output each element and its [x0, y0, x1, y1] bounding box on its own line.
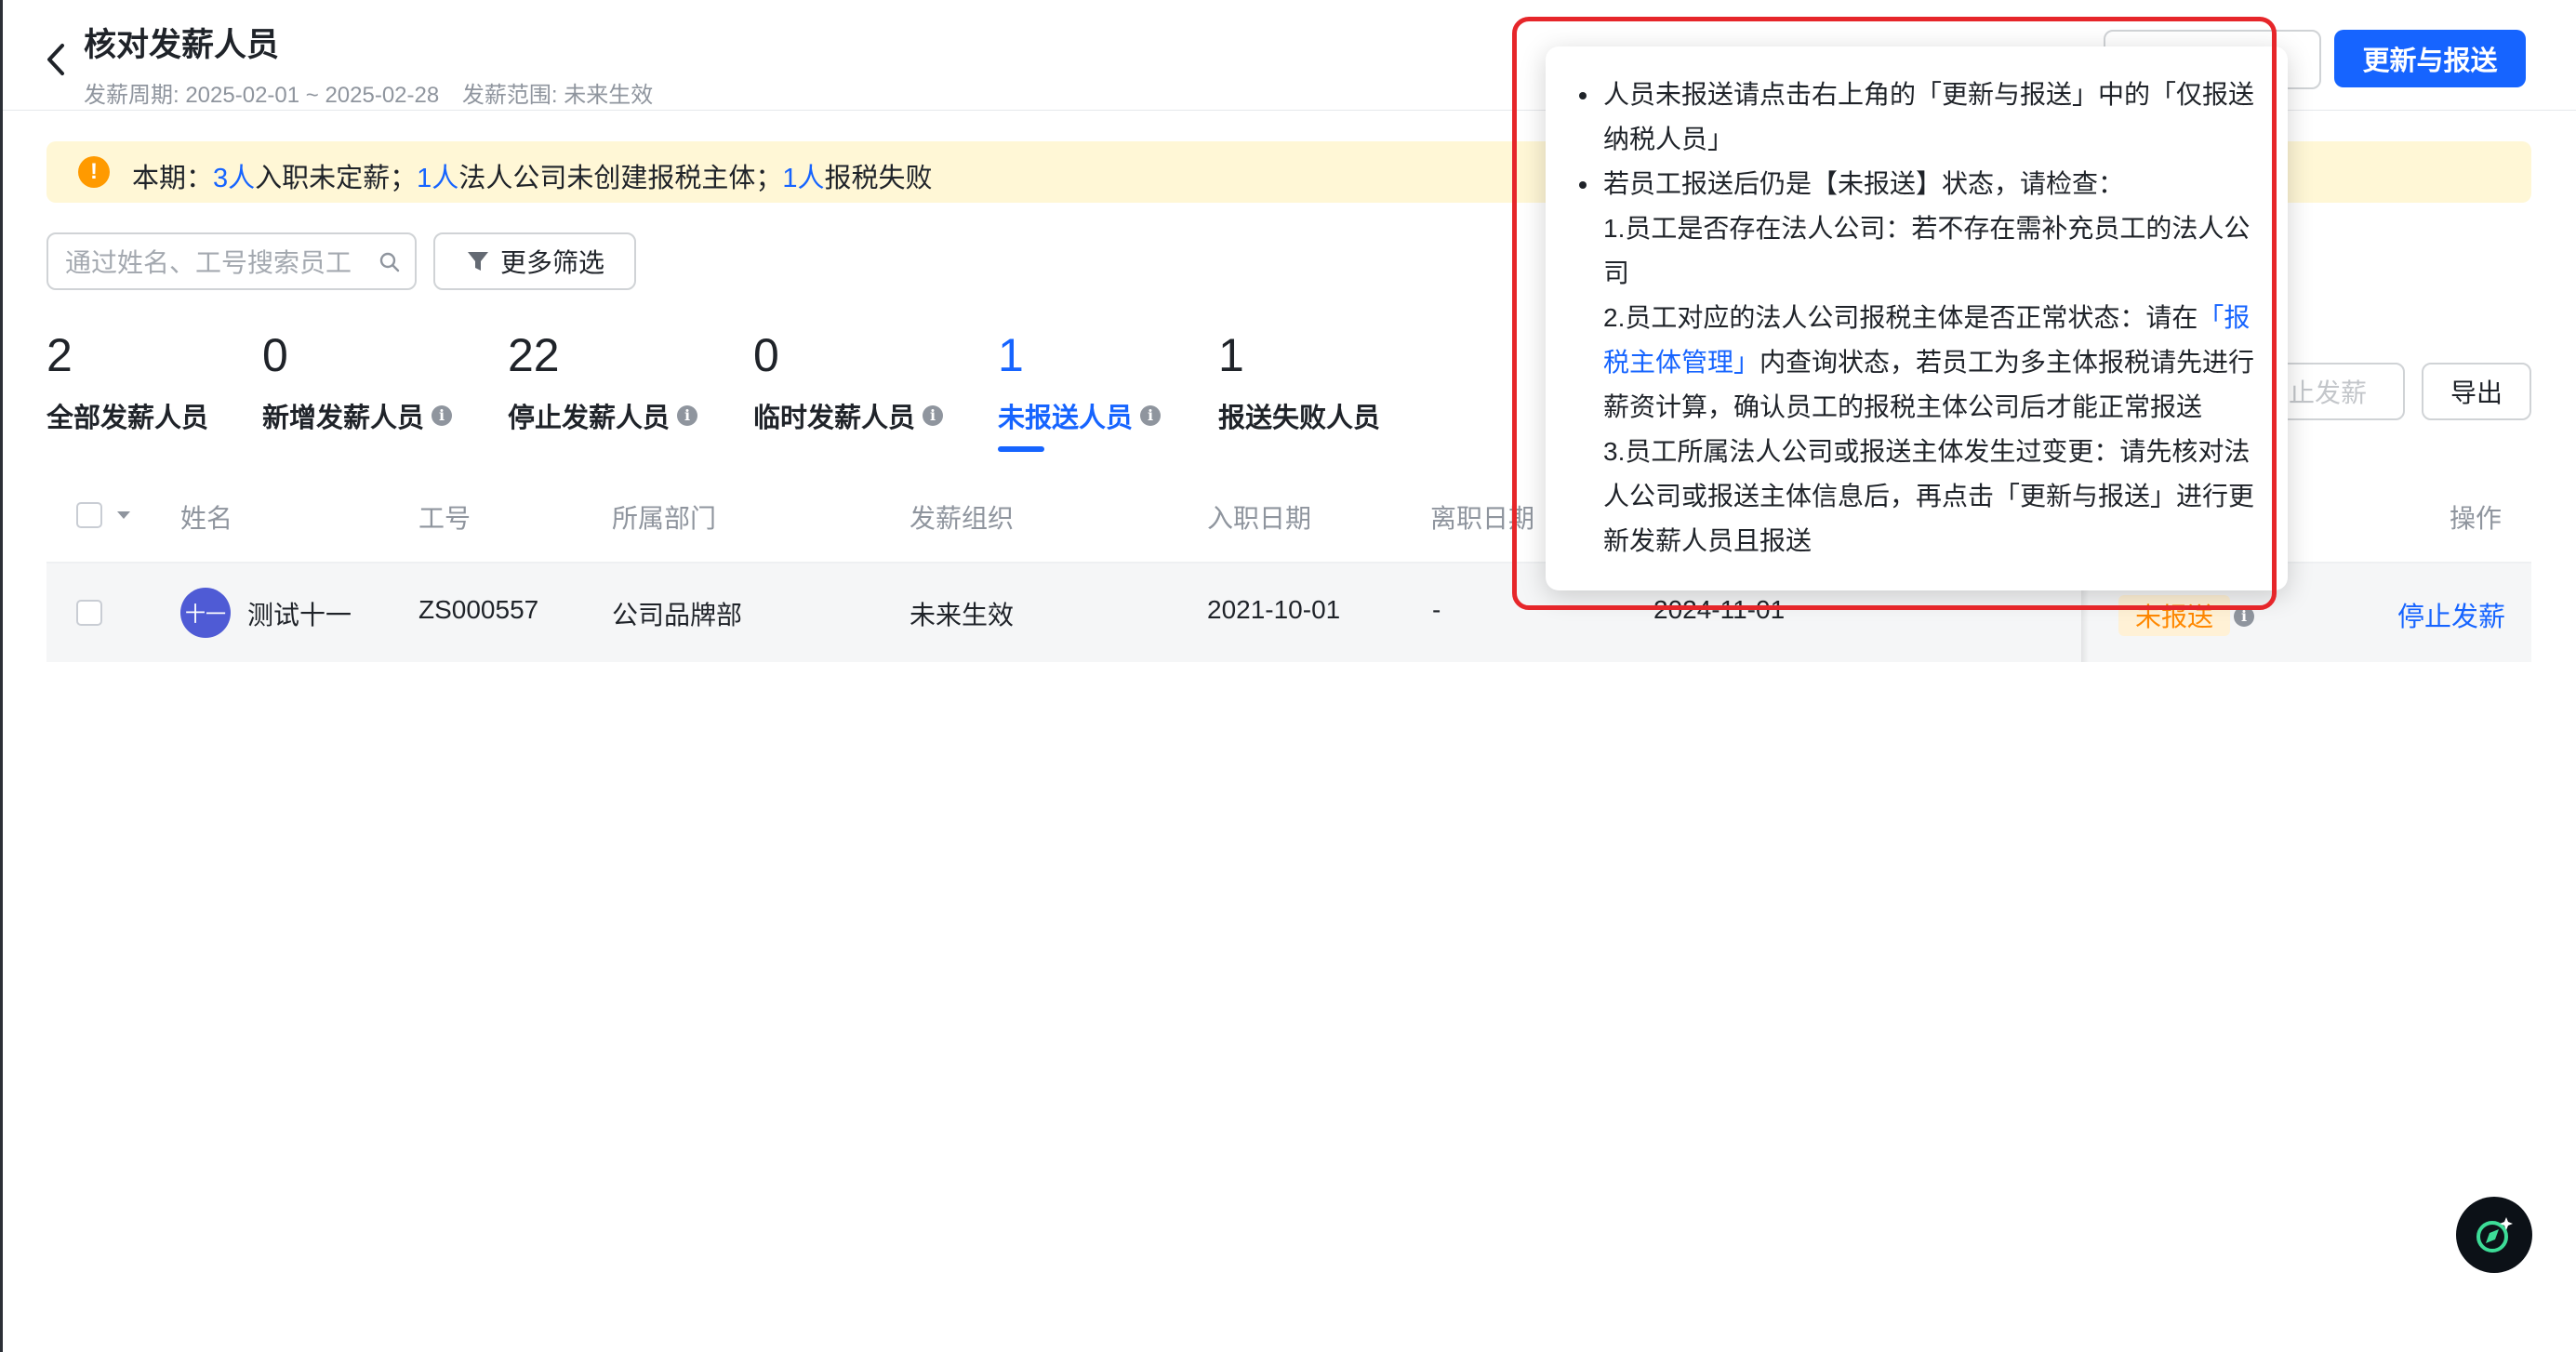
export-button[interactable]: 导出: [2422, 363, 2531, 420]
highlight-annotation-box: [1512, 17, 2277, 610]
notice-link-unsalaried[interactable]: 3人: [213, 164, 255, 193]
stat-number: 0: [753, 329, 779, 381]
stat-number: 1: [1218, 329, 1244, 381]
stat-label: 全部发薪人员: [46, 404, 209, 433]
pay-period: 发薪周期: 2025-02-01 ~ 2025-02-28: [84, 83, 440, 108]
stat-number: 2: [46, 329, 73, 381]
search-icon[interactable]: [379, 252, 400, 272]
info-icon[interactable]: i: [432, 405, 453, 426]
col-header-actions: 操作: [2450, 504, 2503, 533]
avatar: 十一: [180, 588, 231, 638]
info-icon[interactable]: i: [677, 405, 698, 426]
tab-new-payees[interactable]: 0 新增发薪人员 i: [262, 327, 453, 435]
warning-icon: !: [78, 156, 110, 188]
pay-scope: 发薪范围: 未来生效: [461, 83, 654, 108]
stat-label: 新增发薪人员: [262, 404, 425, 433]
stat-number: 22: [508, 329, 560, 381]
tab-unsubmitted-payees[interactable]: 1 未报送人员 i: [998, 327, 1162, 435]
col-header-department: 所属部门: [612, 504, 717, 533]
caret-down-icon[interactable]: [115, 510, 132, 521]
col-header-hire-date: 入职日期: [1207, 504, 1312, 533]
cell-leave-date: -: [1432, 595, 1441, 624]
ai-assistant-button[interactable]: [2456, 1197, 2532, 1273]
stat-label: 临时发薪人员: [753, 404, 916, 433]
info-icon[interactable]: i: [923, 405, 944, 426]
row-checkbox[interactable]: [76, 600, 102, 626]
select-all-checkbox[interactable]: [76, 502, 102, 528]
page-subtitle: 发薪周期: 2025-02-01 ~ 2025-02-28 发薪范围: 未来生效: [84, 76, 670, 109]
search-box: [46, 232, 417, 290]
more-filters-button[interactable]: 更多筛选: [433, 232, 636, 290]
notice-link-tax-failed[interactable]: 1人: [782, 164, 824, 193]
assistant-compass-icon: [2476, 1217, 2513, 1253]
notice-link-no-tax-entity[interactable]: 1人: [417, 164, 458, 193]
update-and-submit-button[interactable]: 更新与报送: [2334, 30, 2526, 87]
stat-label: 停止发薪人员: [508, 404, 671, 433]
cell-pay-org: 未来生效: [910, 601, 1015, 630]
info-icon[interactable]: i: [1140, 405, 1162, 426]
stat-number: 0: [262, 329, 288, 381]
tab-all-payees[interactable]: 2 全部发薪人员: [46, 327, 208, 435]
page-title: 核对发薪人员: [84, 27, 280, 63]
cell-department: 公司品牌部: [612, 601, 743, 630]
stat-label: 报送失败人员: [1218, 404, 1381, 433]
active-tab-indicator: [998, 446, 1044, 452]
back-arrow-icon[interactable]: [37, 37, 74, 82]
stop-payroll-link[interactable]: 停止发薪: [2397, 595, 2505, 634]
search-input[interactable]: [63, 244, 365, 283]
col-header-name: 姓名: [180, 504, 233, 533]
window-edge: [0, 0, 3, 1352]
stat-label: 未报送人员: [998, 404, 1134, 433]
notice-text: 本期：3人入职未定薪；1人法人公司未创建报税主体；1人报税失败: [132, 164, 933, 193]
filter-icon: [467, 252, 488, 271]
tab-stopped-payees[interactable]: 22 停止发薪人员 i: [508, 327, 698, 435]
tab-submit-failed-payees[interactable]: 1 报送失败人员: [1218, 327, 1380, 435]
cell-name: 测试十一: [247, 601, 352, 630]
more-filters-label: 更多筛选: [499, 248, 604, 277]
cell-employee-id: ZS000557: [418, 595, 539, 624]
tab-temporary-payees[interactable]: 0 临时发薪人员 i: [753, 327, 944, 435]
col-header-pay-org: 发薪组织: [910, 504, 1015, 533]
col-header-employee-id: 工号: [418, 504, 471, 533]
stat-number: 1: [998, 329, 1024, 381]
cell-hire-date: 2021-10-01: [1207, 595, 1341, 624]
